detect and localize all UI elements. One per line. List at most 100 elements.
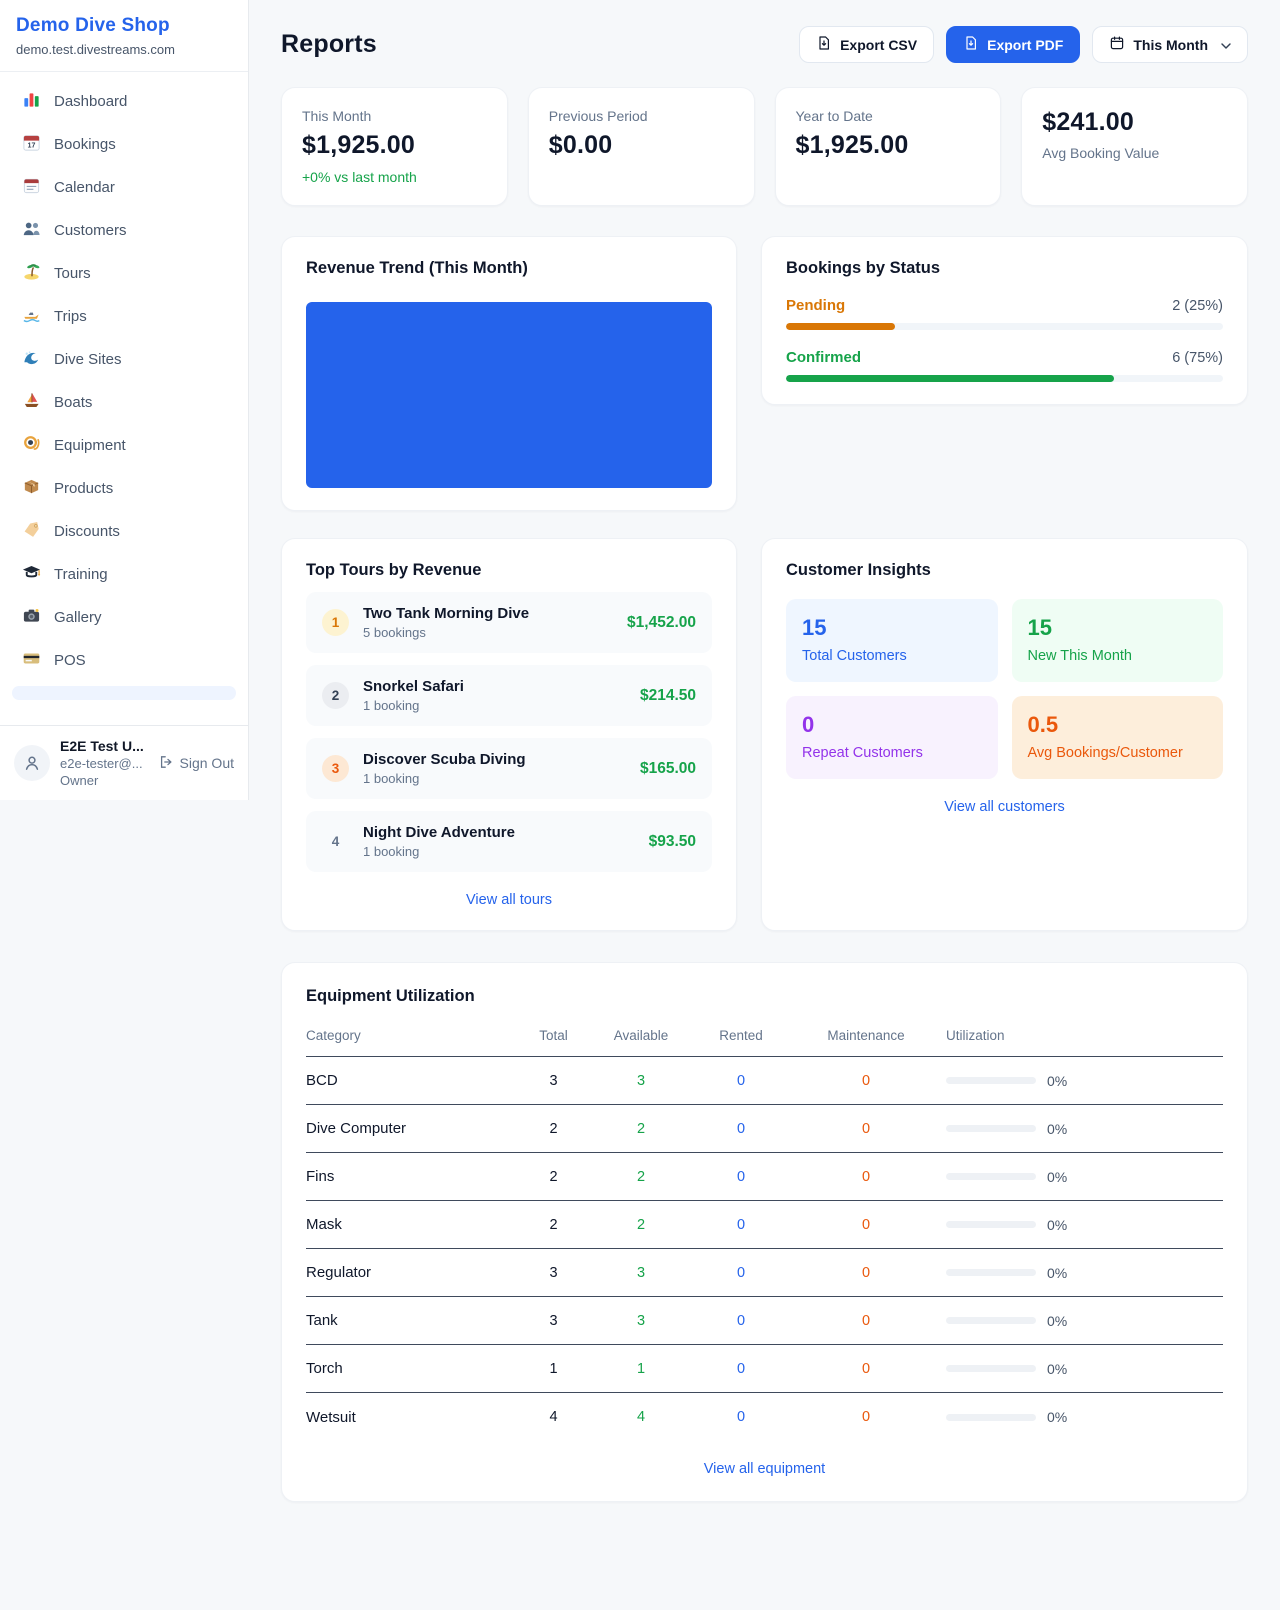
sidebar-item-label: Gallery xyxy=(54,609,102,626)
equipment-rented: 0 xyxy=(696,1121,786,1137)
equipment-total: 3 xyxy=(521,1265,586,1281)
export-pdf-label: Export PDF xyxy=(987,37,1063,53)
sidebar-item-tours[interactable]: Tours xyxy=(12,256,236,291)
credit-card-icon xyxy=(22,649,41,672)
equipment-available: 1 xyxy=(586,1361,696,1377)
equipment-maintenance: 0 xyxy=(786,1313,946,1329)
table-row: Fins 2 2 0 0 0% xyxy=(306,1153,1223,1201)
sidebar-item-boats[interactable]: Boats xyxy=(12,385,236,420)
calendar-pad-icon xyxy=(22,176,41,199)
export-pdf-button[interactable]: Export PDF xyxy=(946,26,1080,63)
equipment-category: Dive Computer xyxy=(306,1120,521,1137)
stat-value: $241.00 xyxy=(1042,108,1227,137)
tour-name: Two Tank Morning Dive xyxy=(363,605,613,622)
utilization-percent: 0% xyxy=(1047,1409,1067,1425)
table-row: Mask 2 2 0 0 0% xyxy=(306,1201,1223,1249)
equipment-available: 4 xyxy=(586,1409,696,1425)
sidebar-item-training[interactable]: Training xyxy=(12,557,236,592)
sidebar-item-customers[interactable]: Customers xyxy=(12,213,236,248)
insights-grid: 15 Total Customers 15 New This Month 0 R… xyxy=(786,599,1223,779)
sidebar-item-products[interactable]: Products xyxy=(12,471,236,506)
revenue-trend-title: Revenue Trend (This Month) xyxy=(306,259,712,278)
equipment-available: 3 xyxy=(586,1265,696,1281)
sidebar-item-label: Dashboard xyxy=(54,93,127,110)
insight-repeat-customers: 0 Repeat Customers xyxy=(786,696,998,779)
sidebar-item-equipment[interactable]: Equipment xyxy=(12,428,236,463)
calendar-date-icon: 17 xyxy=(22,133,41,156)
table-header-row: Category Total Available Rented Maintena… xyxy=(306,1020,1223,1057)
equipment-maintenance: 0 xyxy=(786,1217,946,1233)
tour-name: Night Dive Adventure xyxy=(363,824,635,841)
top-tours-card: Top Tours by Revenue 1 Two Tank Morning … xyxy=(281,538,737,931)
table-row: Torch 1 1 0 0 0% xyxy=(306,1345,1223,1393)
column-header: Rented xyxy=(696,1028,786,1043)
utilization-percent: 0% xyxy=(1047,1313,1067,1329)
view-all-customers-link[interactable]: View all customers xyxy=(786,799,1223,815)
shop-name: Demo Dive Shop xyxy=(16,15,232,37)
utilization-percent: 0% xyxy=(1047,1265,1067,1281)
utilization-bar xyxy=(946,1269,1036,1276)
view-all-equipment-link[interactable]: View all equipment xyxy=(306,1461,1223,1477)
sidebar-item-reports-partial[interactable] xyxy=(12,686,236,700)
sidebar-item-pos[interactable]: POS xyxy=(12,643,236,678)
stat-value: $1,925.00 xyxy=(302,131,487,160)
utilization-bar xyxy=(946,1221,1036,1228)
export-csv-button[interactable]: Export CSV xyxy=(799,26,934,63)
file-download-icon xyxy=(963,35,979,54)
stat-card-previous-period: Previous Period $0.00 xyxy=(528,87,755,206)
tour-bookings: 1 booking xyxy=(363,771,626,786)
rank-badge: 4 xyxy=(322,828,349,855)
utilization-bar xyxy=(946,1414,1036,1421)
tour-bookings: 1 booking xyxy=(363,698,626,713)
progress-track xyxy=(786,323,1223,330)
tour-bookings: 5 bookings xyxy=(363,625,613,640)
sign-out-label: Sign Out xyxy=(180,755,234,771)
revenue-trend-chart xyxy=(306,302,712,488)
utilization-bar xyxy=(946,1173,1036,1180)
sidebar-item-gallery[interactable]: Gallery xyxy=(12,600,236,635)
equipment-rented: 0 xyxy=(696,1073,786,1089)
tour-amount: $165.00 xyxy=(640,760,696,778)
sidebar-item-trips[interactable]: Trips xyxy=(12,299,236,334)
view-all-tours-link[interactable]: View all tours xyxy=(306,892,712,908)
sidebar-item-label: Products xyxy=(54,480,113,497)
progress-fill xyxy=(786,323,895,330)
tour-row: 4 Night Dive Adventure 1 booking $93.50 xyxy=(306,811,712,872)
sidebar-item-dashboard[interactable]: Dashboard xyxy=(12,84,236,119)
tour-amount: $1,452.00 xyxy=(627,614,696,632)
insight-value: 15 xyxy=(802,615,982,641)
equipment-table: Category Total Available Rented Maintena… xyxy=(306,1020,1223,1441)
stat-label: Avg Booking Value xyxy=(1042,145,1227,161)
sidebar-item-bookings[interactable]: 17 Bookings xyxy=(12,127,236,162)
sidebar-item-calendar[interactable]: Calendar xyxy=(12,170,236,205)
tour-bookings: 1 booking xyxy=(363,844,635,859)
equipment-available: 2 xyxy=(586,1169,696,1185)
sidebar-item-dive-sites[interactable]: Dive Sites xyxy=(12,342,236,377)
customer-insights-card: Customer Insights 15 Total Customers 15 … xyxy=(761,538,1248,931)
stat-label: Year to Date xyxy=(796,108,981,124)
equipment-category: BCD xyxy=(306,1072,521,1089)
stat-delta: +0% vs last month xyxy=(302,169,487,185)
sidebar-item-discounts[interactable]: Discounts xyxy=(12,514,236,549)
rank-badge: 3 xyxy=(322,755,349,782)
utilization-percent: 0% xyxy=(1047,1121,1067,1137)
tour-row: 2 Snorkel Safari 1 booking $214.50 xyxy=(306,665,712,726)
column-header: Total xyxy=(521,1028,586,1043)
insight-label: Avg Bookings/Customer xyxy=(1028,745,1208,761)
sign-out-button[interactable]: Sign Out xyxy=(158,754,234,773)
sidebar-item-label: Discounts xyxy=(54,523,120,540)
main-content: Reports Export CSV Export PDF This Month… xyxy=(249,0,1280,1542)
utilization-percent: 0% xyxy=(1047,1217,1067,1233)
insight-label: Repeat Customers xyxy=(802,745,982,761)
header-actions: Export CSV Export PDF This Month xyxy=(799,26,1248,63)
equipment-total: 2 xyxy=(521,1217,586,1233)
column-header: Available xyxy=(586,1028,696,1043)
table-row: Regulator 3 3 0 0 0% xyxy=(306,1249,1223,1297)
period-select[interactable]: This Month xyxy=(1092,26,1248,63)
avatar xyxy=(14,745,50,781)
equipment-total: 2 xyxy=(521,1121,586,1137)
sailboat-icon xyxy=(22,391,41,414)
speedboat-icon xyxy=(22,305,41,328)
equipment-rented: 0 xyxy=(696,1409,786,1425)
equipment-maintenance: 0 xyxy=(786,1409,946,1425)
